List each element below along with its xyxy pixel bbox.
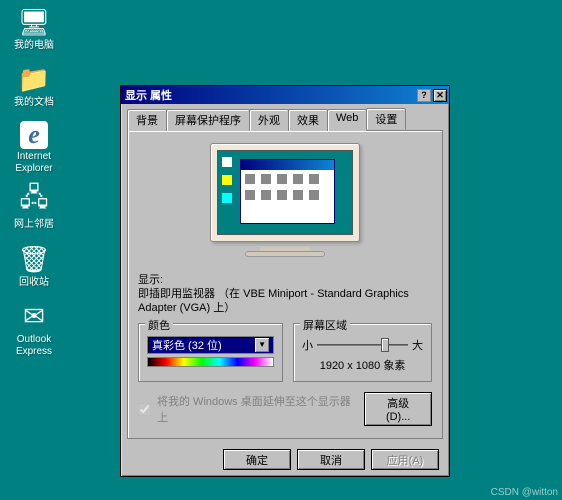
tab-1[interactable]: 屏幕保护程序 bbox=[166, 109, 250, 131]
titlebar[interactable]: 显示 属性 ? ✕ bbox=[121, 86, 449, 104]
my-computer-icon[interactable]: 🖥我的电脑 bbox=[2, 6, 66, 52]
window-title: 显示 属性 bbox=[123, 87, 415, 103]
my-documents-icon[interactable]: 📁我的文档 bbox=[2, 63, 66, 109]
tab-5[interactable]: 设置 bbox=[366, 108, 406, 130]
display-properties-window: 显示 属性 ? ✕ 背景屏幕保护程序外观效果Web设置 显示: 即插即用监视器 … bbox=[120, 85, 450, 477]
tab-2[interactable]: 外观 bbox=[249, 109, 289, 131]
screen-area-label: 屏幕区域 bbox=[300, 317, 350, 333]
tab-3[interactable]: 效果 bbox=[288, 109, 328, 131]
watermark: CSDN @witton bbox=[491, 487, 558, 498]
resolution-value: 1920 x 1080 象素 bbox=[302, 357, 423, 373]
help-button[interactable]: ? bbox=[417, 89, 431, 102]
color-group: 颜色 真彩色 (32 位) ▼ bbox=[138, 323, 283, 382]
apply-button: 应用(A) bbox=[371, 449, 439, 470]
color-palette-preview bbox=[147, 357, 274, 367]
slider-min-label: 小 bbox=[302, 337, 313, 353]
tab-0[interactable]: 背景 bbox=[127, 109, 167, 131]
recycle-bin-icon[interactable]: 🗑回收站 bbox=[2, 243, 66, 289]
dialog-buttons: 确定 取消 应用(A) bbox=[121, 443, 449, 476]
tab-strip: 背景屏幕保护程序外观效果Web设置 bbox=[121, 104, 449, 130]
slider-thumb[interactable] bbox=[381, 338, 389, 352]
color-group-label: 颜色 bbox=[145, 317, 173, 333]
outlook-icon[interactable]: ✉Outlook Express bbox=[2, 300, 66, 358]
screen-area-group: 屏幕区域 小 大 1920 x 1080 象素 bbox=[293, 323, 432, 382]
ie-icon[interactable]: eInternet Explorer bbox=[2, 121, 66, 175]
advanced-button[interactable]: 高级(D)... bbox=[364, 392, 432, 426]
settings-panel: 显示: 即插即用监视器 （在 VBE Miniport - Standard G… bbox=[127, 130, 443, 439]
extend-desktop-label: 将我的 Windows 桌面延伸至这个显示器上 bbox=[157, 393, 358, 425]
color-depth-dropdown[interactable]: 真彩色 (32 位) ▼ bbox=[147, 336, 274, 354]
ok-button[interactable]: 确定 bbox=[223, 449, 291, 470]
monitor-preview bbox=[138, 139, 432, 267]
close-button[interactable]: ✕ bbox=[433, 89, 447, 102]
color-depth-value: 真彩色 (32 位) bbox=[152, 337, 222, 353]
display-label: 显示: bbox=[138, 271, 432, 287]
slider-max-label: 大 bbox=[412, 337, 423, 353]
extend-desktop-checkbox bbox=[138, 403, 151, 416]
tab-4[interactable]: Web bbox=[327, 109, 367, 131]
cancel-button[interactable]: 取消 bbox=[297, 449, 365, 470]
resolution-slider[interactable] bbox=[317, 336, 408, 354]
chevron-down-icon: ▼ bbox=[255, 338, 269, 352]
network-icon[interactable]: 🖧网上邻居 bbox=[2, 185, 66, 231]
display-value: 即插即用监视器 （在 VBE Miniport - Standard Graph… bbox=[138, 287, 432, 315]
